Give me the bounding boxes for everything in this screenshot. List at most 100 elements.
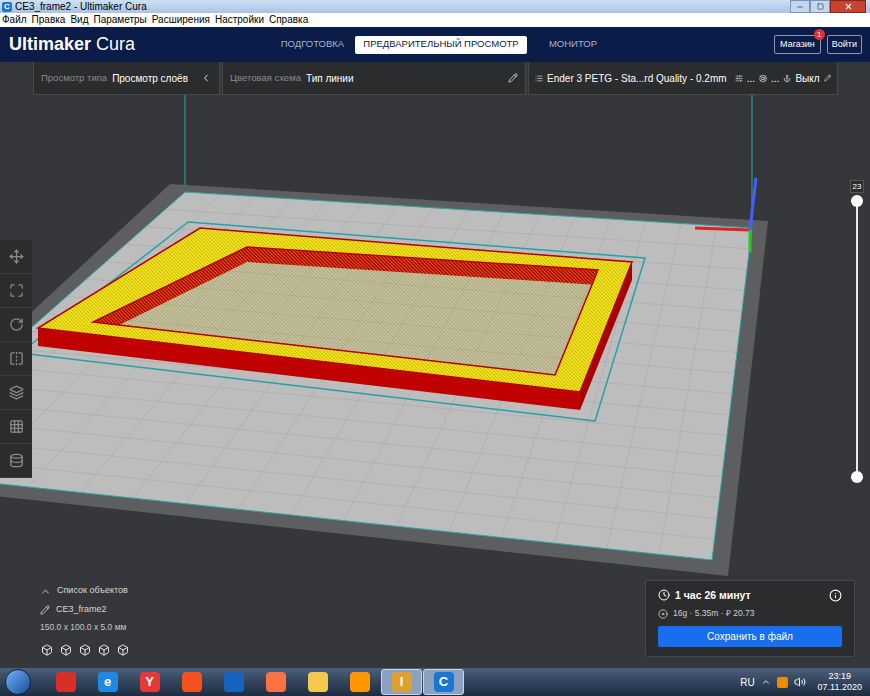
- language-indicator[interactable]: RU: [740, 675, 754, 690]
- taskbar-app[interactable]: [339, 669, 380, 695]
- taskbar-app[interactable]: Y: [129, 669, 170, 695]
- view-type-panel[interactable]: Просмотр типаПросмотр слоёв: [33, 62, 220, 95]
- tool-button[interactable]: [0, 274, 32, 308]
- minimize-button[interactable]: [790, 0, 810, 13]
- app-header: Ultimaker CuraПОДГОТОВКАПРЕДВАРИТЕЛЬНЫЙ …: [0, 27, 870, 62]
- cube-icon: [41, 644, 53, 656]
- close-button[interactable]: [830, 0, 866, 13]
- tool-button[interactable]: [0, 444, 32, 478]
- taskbar-app[interactable]: [171, 669, 212, 695]
- clock[interactable]: 23:1907.11.2020: [818, 671, 862, 693]
- app-logo-icon: [56, 672, 76, 692]
- minimize-icon: [796, 3, 804, 11]
- menu-item[interactable]: Параметры: [93, 13, 146, 27]
- app-logo-icon: [224, 672, 244, 692]
- mirror-icon: [9, 351, 24, 366]
- logo: Ultimaker Cura: [0, 31, 270, 58]
- app-logo-icon: I: [392, 672, 412, 692]
- pencil-icon: [40, 605, 50, 615]
- tool-button[interactable]: [0, 240, 32, 274]
- app-icon: C: [2, 2, 12, 12]
- edit-icon[interactable]: [824, 73, 831, 83]
- menu-bar: Файл Правка Вид Параметры Расширения Настройк…: [0, 13, 870, 27]
- taskbar-app[interactable]: [297, 669, 338, 695]
- app-logo-icon: [266, 672, 286, 692]
- menu-item[interactable]: Настройки: [215, 13, 264, 27]
- view-orientation-button[interactable]: [78, 643, 91, 656]
- build-plate-border: [0, 184, 768, 576]
- taskbar-app[interactable]: C: [423, 669, 464, 695]
- app-logo-icon: C: [434, 672, 454, 692]
- viewport: Просмотр типаПросмотр слоёвЦветовая схем…: [0, 62, 870, 668]
- screen: CCE3_frame2 - Ultimaker CuraФайлПравкаВи…: [0, 0, 870, 696]
- chevron-up-icon: [40, 586, 51, 597]
- close-icon: [844, 2, 853, 11]
- build-plate: [0, 192, 752, 560]
- object-list-toggle[interactable]: Список объектов: [40, 584, 129, 598]
- rotate-icon: [9, 317, 24, 332]
- print-info-panel: 1 час 26 минут16g · 5.35m · ₽ 20.73Сохра…: [645, 580, 855, 658]
- cube-icon: [117, 644, 129, 656]
- layer-slider[interactable]: [851, 201, 863, 477]
- taskbar-app[interactable]: e: [87, 669, 128, 695]
- taskbar-app[interactable]: [255, 669, 296, 695]
- cube-icon: [98, 644, 110, 656]
- color-scheme-panel[interactable]: Цветовая схемаТип линии: [222, 62, 526, 95]
- stage-tab[interactable]: ПРЕДВАРИТЕЛЬНЫЙ ПРОСМОТР: [355, 36, 527, 54]
- object-dimensions: 150.0 x 100.0 x 5.0 мм: [40, 621, 129, 634]
- support-blocker-icon: [9, 419, 24, 434]
- view-orientation-button[interactable]: [59, 643, 72, 656]
- login-button[interactable]: Войти: [827, 35, 862, 55]
- object-list: Список объектов CE3_frame2 150.0 x 100.0 x…: [40, 584, 129, 657]
- stage-tab[interactable]: МОНИТОР: [527, 36, 619, 54]
- title-bar: CCE3_frame2 - Ultimaker Cura: [0, 0, 870, 13]
- save-button[interactable]: Сохранить в файл: [658, 626, 842, 647]
- view-orientation-button[interactable]: [40, 643, 53, 656]
- menu-item[interactable]: Расширения: [152, 13, 210, 27]
- tray-expand-icon[interactable]: [761, 677, 771, 687]
- start-button[interactable]: [5, 669, 31, 695]
- taskbar-app[interactable]: [213, 669, 254, 695]
- upper-handle[interactable]: [851, 195, 863, 207]
- cube-icon: [60, 644, 72, 656]
- spool-icon: [658, 609, 668, 619]
- adhesion-icon: [783, 73, 791, 84]
- profile-icon: [535, 73, 543, 84]
- collapse-icon[interactable]: [200, 72, 212, 84]
- edit-icon[interactable]: [508, 73, 518, 83]
- support-icon: [759, 73, 767, 84]
- menu-item[interactable]: Файл: [2, 13, 27, 27]
- taskbar-app[interactable]: [45, 669, 86, 695]
- app-logo-icon: e: [98, 672, 118, 692]
- marketplace-button[interactable]: Магазин: [774, 35, 821, 55]
- tray-app-icon[interactable]: [777, 677, 788, 688]
- info-icon[interactable]: [829, 589, 842, 602]
- maximize-icon: [817, 3, 824, 10]
- tool-button[interactable]: [0, 308, 32, 342]
- view-orientation-button[interactable]: [116, 643, 129, 656]
- object-item[interactable]: CE3_frame2: [40, 603, 129, 617]
- axis-gizmo-icon: [695, 178, 756, 252]
- lower-handle[interactable]: [851, 471, 863, 483]
- view-orientation-button[interactable]: [97, 643, 110, 656]
- volume-icon[interactable]: [794, 676, 806, 688]
- print-setup-panel[interactable]: Ender 3 PETG - Sta...rd Quality - 0.2mm.…: [528, 62, 838, 95]
- menu-item[interactable]: Вид: [70, 13, 88, 27]
- app-logo-icon: [308, 672, 328, 692]
- build-volume-canvas[interactable]: [0, 62, 870, 668]
- clock-icon: [658, 589, 670, 601]
- printed-frame[interactable]: [0, 220, 848, 410]
- app-logo-icon: [350, 672, 370, 692]
- window-title: CE3_frame2 - Ultimaker Cura: [15, 0, 147, 13]
- app-logo-icon: [182, 672, 202, 692]
- stage-tab[interactable]: ПОДГОТОВКА: [270, 36, 355, 54]
- tool-button[interactable]: [0, 376, 32, 410]
- tool-button[interactable]: [0, 342, 32, 376]
- taskbar: eY I C RU 23:1907.11.2020: [0, 668, 870, 696]
- tool-button[interactable]: [0, 410, 32, 444]
- menu-item[interactable]: Справка: [269, 13, 308, 27]
- maximize-button[interactable]: [810, 0, 830, 13]
- menu-item[interactable]: Правка: [32, 13, 66, 27]
- infill-icon: [735, 73, 743, 84]
- taskbar-app[interactable]: I: [381, 669, 422, 695]
